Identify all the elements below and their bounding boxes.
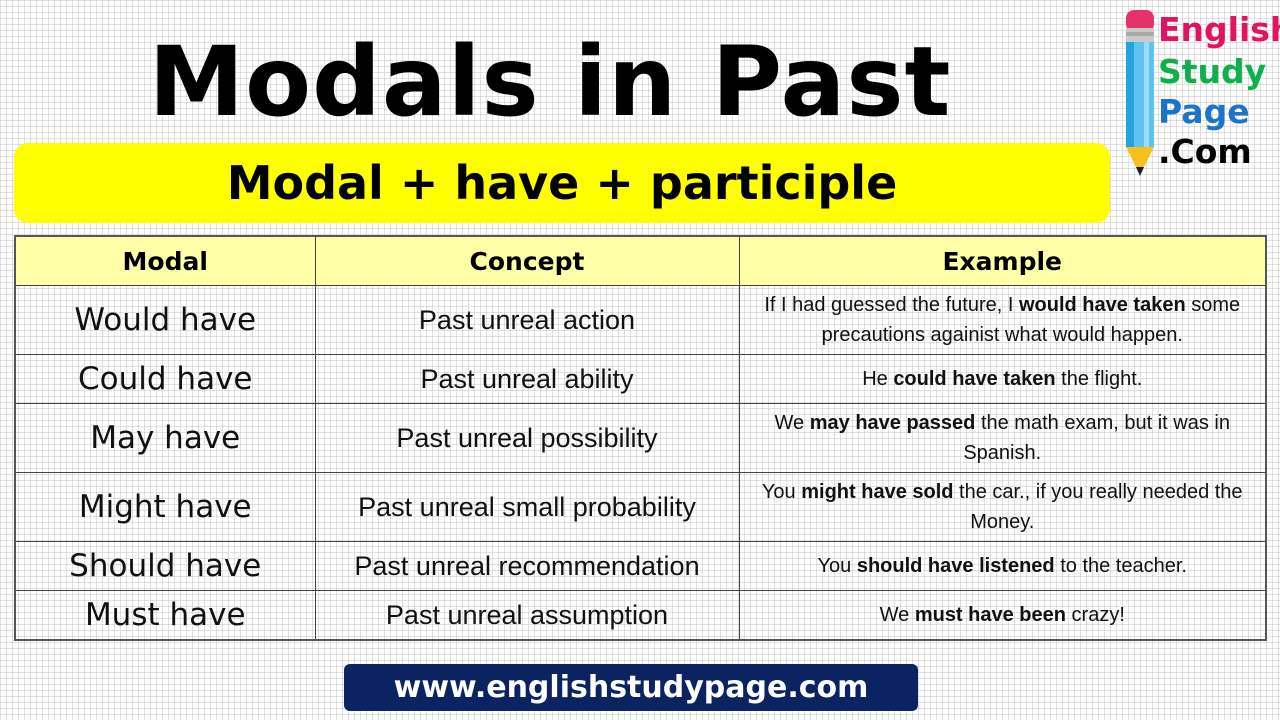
modal-cell: Could have — [14, 354, 316, 404]
example-text: the car., if you really needed the Money… — [953, 481, 1243, 533]
modal-cell: May have — [14, 403, 316, 473]
concept-cell: Past unreal action — [314, 285, 740, 355]
modals-table: Modal Concept Example Would have Past unr… — [14, 235, 1267, 641]
site-logo[interactable]: English Study Page .Com — [1118, 6, 1280, 196]
example-text: the math exam, but it was in Spanish. — [963, 412, 1230, 464]
example-cell: If I had guessed the future, I would hav… — [738, 285, 1267, 355]
concept-cell: Past unreal ability — [314, 354, 740, 404]
modal-cell: Would have — [14, 285, 316, 355]
example-text: We — [879, 604, 915, 626]
formula-banner: Modal + have + participle — [14, 143, 1110, 223]
example-cell: We may have passed the math exam, but it… — [738, 403, 1267, 473]
example-text: He — [862, 368, 894, 390]
concept-cell: Past unreal assumption — [314, 590, 740, 641]
example-text: If I had guessed the future, I — [764, 294, 1019, 316]
logo-word-page: Page — [1158, 92, 1250, 131]
modal-cell: Might have — [14, 472, 316, 542]
logo-word-english: English — [1158, 10, 1280, 49]
modal-cell: Should have — [14, 541, 316, 591]
example-text: to the teacher. — [1054, 555, 1187, 577]
modal-cell: Must have — [14, 590, 316, 641]
concept-cell: Past unreal recommendation — [314, 541, 740, 591]
example-cell: We must have been crazy! — [738, 590, 1267, 641]
website-url[interactable]: www.englishstudypage.com — [394, 670, 869, 705]
example-text: crazy! — [1065, 604, 1125, 626]
example-cell: You should have listened to the teacher. — [738, 541, 1267, 591]
concept-cell: Past unreal small probability — [314, 472, 740, 542]
example-modal-phrase: should have listened — [856, 555, 1055, 577]
header-concept: Concept — [314, 235, 740, 286]
example-modal-phrase: could have taken — [893, 368, 1056, 390]
example-modal-phrase: must have been — [914, 604, 1066, 626]
table-row: Must have Past unreal assumption We must h… — [14, 590, 1267, 641]
table-row: Should have Past unreal recommendation You… — [14, 541, 1267, 591]
header-example: Example — [738, 235, 1267, 286]
example-text: the flight. — [1055, 368, 1143, 390]
example-text: You — [817, 555, 857, 577]
table-row: May have Past unreal possibility We may ha… — [14, 403, 1267, 473]
example-modal-phrase: would have taken — [1018, 294, 1186, 316]
table-row: Could have Past unreal ability He could ha… — [14, 354, 1267, 404]
pencil-icon — [1126, 10, 1154, 176]
table-row: Might have Past unreal small probability Y… — [14, 472, 1267, 542]
example-modal-phrase: may have passed — [809, 412, 976, 434]
page-title: Modals in Past — [148, 26, 952, 138]
website-url-banner[interactable]: www.englishstudypage.com — [344, 664, 918, 711]
example-modal-phrase: might have sold — [801, 481, 954, 503]
example-text: You — [761, 481, 802, 503]
formula-text: Modal + have + participle — [226, 156, 898, 210]
example-cell: You might have sold the car., if you rea… — [738, 472, 1267, 542]
example-text: We — [774, 412, 810, 434]
concept-cell: Past unreal possibility — [314, 403, 740, 473]
logo-word-study: Study — [1158, 52, 1267, 91]
table-row: Would have Past unreal action If I had gue… — [14, 285, 1267, 355]
logo-word-com: .Com — [1158, 132, 1252, 171]
table-header-row: Modal Concept Example — [14, 235, 1267, 286]
header-modal: Modal — [14, 235, 316, 286]
example-cell: He could have taken the flight. — [738, 354, 1267, 404]
